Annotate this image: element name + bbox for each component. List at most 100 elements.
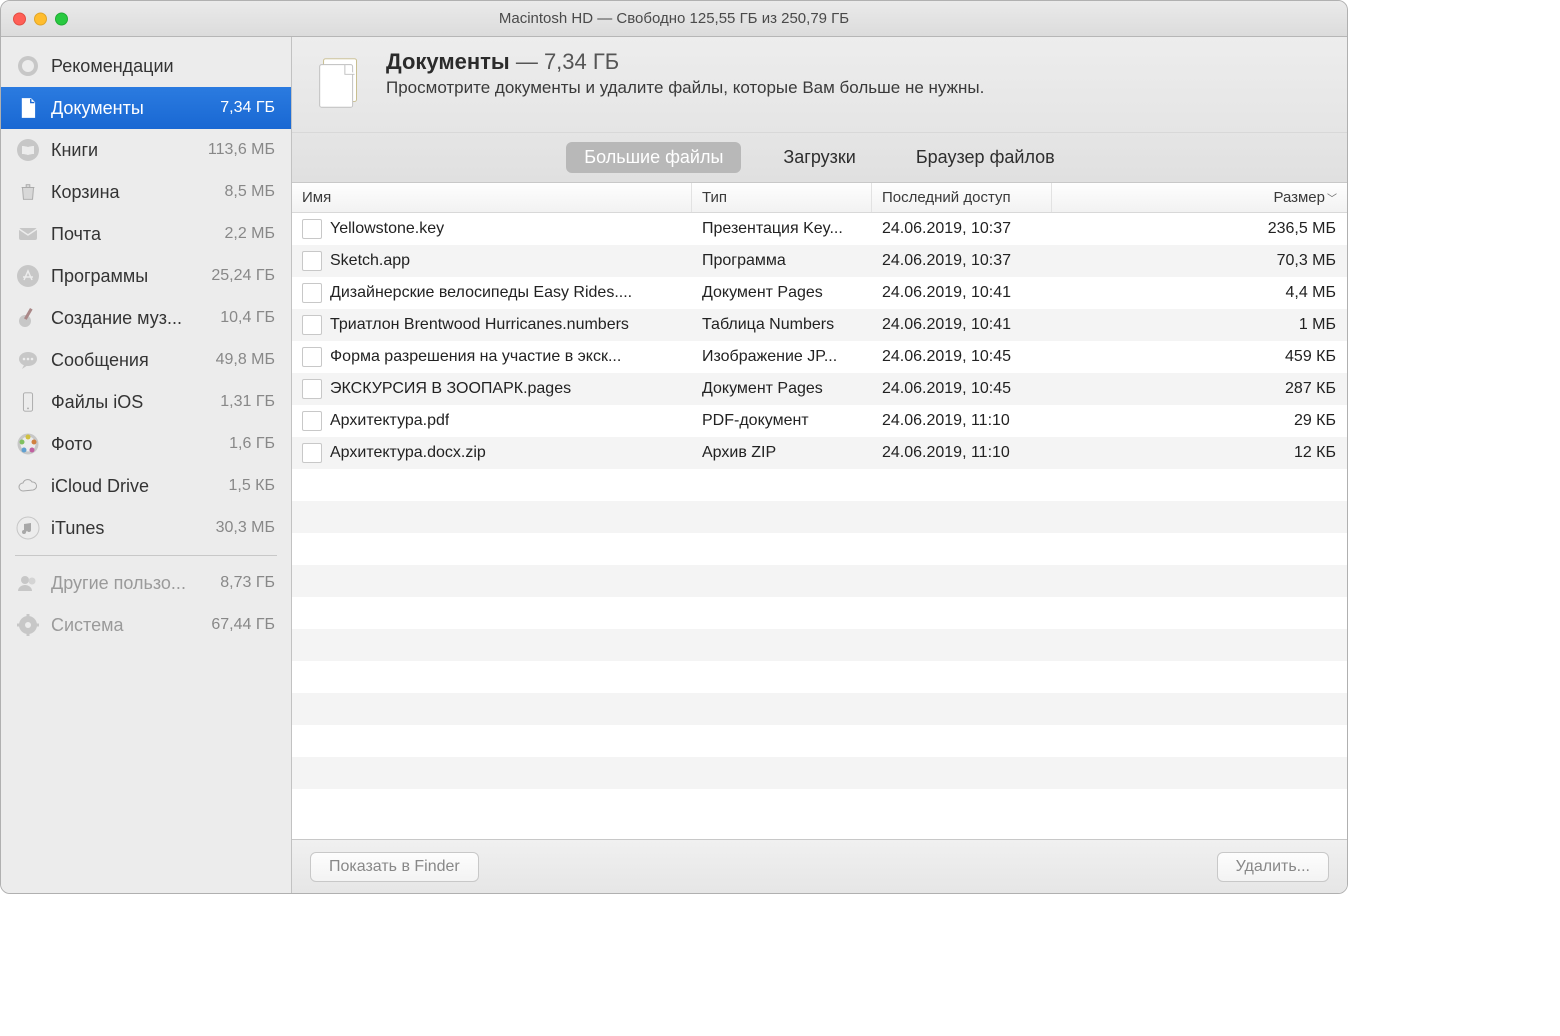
sidebar-item-other-users: Другие пользо... 8,73 ГБ [1, 562, 291, 604]
sidebar-item-label: Книги [51, 140, 208, 161]
cell-type: Документ Pages [702, 284, 823, 302]
sidebar-item-label: iCloud Drive [51, 476, 228, 497]
content-header: Документы — 7,34 ГБ Просмотрите документ… [292, 37, 1347, 133]
delete-button[interactable]: Удалить... [1217, 852, 1329, 882]
table-row[interactable]: Архитектура.pdfPDF-документ24.06.2019, 1… [292, 405, 1347, 437]
header-title: Документы — 7,34 ГБ [386, 49, 984, 75]
table-row-empty [292, 661, 1347, 693]
tab-large-files[interactable]: Большие файлы [566, 142, 741, 173]
cell-access: 24.06.2019, 11:10 [882, 444, 1010, 462]
header-title-size: 7,34 ГБ [544, 49, 619, 74]
sidebar-item-label: Документы [51, 98, 220, 119]
file-icon [302, 283, 322, 303]
column-header-type[interactable]: Тип [692, 183, 872, 212]
sidebar-item-icloud[interactable]: iCloud Drive 1,5 КБ [1, 465, 291, 507]
sidebar-item-label: iTunes [51, 518, 216, 539]
show-in-finder-button[interactable]: Показать в Finder [310, 852, 479, 882]
users-icon [15, 570, 41, 596]
sidebar-item-documents[interactable]: Документы 7,34 ГБ [1, 87, 291, 129]
sidebar-item-label: Сообщения [51, 350, 216, 371]
column-header-size[interactable]: Размер﹀ [1052, 183, 1347, 212]
table-row[interactable]: Sketch.appПрограмма24.06.2019, 10:3770,3… [292, 245, 1347, 277]
sidebar-item-size: 67,44 ГБ [211, 616, 275, 634]
cell-type: Документ Pages [702, 380, 823, 398]
cell-size: 287 КБ [1285, 380, 1336, 398]
sidebar-item-size: 10,4 ГБ [220, 309, 275, 327]
sidebar-item-label: Программы [51, 266, 211, 287]
table-row-empty [292, 629, 1347, 661]
sidebar-item-mail[interactable]: Почта 2,2 МБ [1, 213, 291, 255]
cell-name: Sketch.app [330, 252, 410, 270]
sidebar-item-size: 2,2 МБ [224, 225, 275, 243]
sidebar-item-applications[interactable]: Программы 25,24 ГБ [1, 255, 291, 297]
lightbulb-icon [15, 53, 41, 79]
cell-name: Yellowstone.key [330, 220, 444, 238]
table-row[interactable]: Триатлон Brentwood Hurricanes.numbersТаб… [292, 309, 1347, 341]
sidebar-item-books[interactable]: Книги 113,6 МБ [1, 129, 291, 171]
mail-icon [15, 221, 41, 247]
close-window-button[interactable] [13, 12, 26, 25]
window-title: Macintosh HD — Свободно 125,55 ГБ из 250… [1, 10, 1347, 27]
cell-size: 12 КБ [1294, 444, 1336, 462]
cell-access: 24.06.2019, 10:37 [882, 220, 1011, 238]
table-body[interactable]: Yellowstone.keyПрезентация Key...24.06.2… [292, 213, 1347, 839]
sidebar-item-label: Корзина [51, 182, 224, 203]
sidebar-item-size: 113,6 МБ [208, 141, 275, 159]
guitar-icon [15, 305, 41, 331]
main-panel: Документы — 7,34 ГБ Просмотрите документ… [292, 37, 1347, 893]
header-title-sep: — [510, 49, 544, 74]
file-table: Имя Тип Последний доступ Размер﹀ Yellows… [292, 183, 1347, 839]
sidebar-divider [15, 555, 277, 556]
sidebar-item-size: 1,6 ГБ [229, 435, 275, 453]
sidebar-item-ios-files[interactable]: Файлы iOS 1,31 ГБ [1, 381, 291, 423]
table-row[interactable]: Архитектура.docx.zipАрхив ZIP24.06.2019,… [292, 437, 1347, 469]
column-header-access[interactable]: Последний доступ [872, 183, 1052, 212]
column-header-name[interactable]: Имя [292, 183, 692, 212]
cell-type: Программа [702, 252, 786, 270]
cell-name: Архитектура.docx.zip [330, 444, 486, 462]
table-row[interactable]: Yellowstone.keyПрезентация Key...24.06.2… [292, 213, 1347, 245]
table-row-empty [292, 757, 1347, 789]
window-body: Рекомендации Документы 7,34 ГБ Книги 113… [1, 37, 1347, 893]
tabs: Большие файлы Загрузки Браузер файлов [292, 133, 1347, 183]
sidebar-item-music-creation[interactable]: Создание муз... 10,4 ГБ [1, 297, 291, 339]
cell-size: 4,4 МБ [1285, 284, 1336, 302]
sidebar-item-messages[interactable]: Сообщения 49,8 МБ [1, 339, 291, 381]
file-icon [302, 251, 322, 271]
cloud-icon [15, 473, 41, 499]
table-row-empty [292, 469, 1347, 501]
music-note-icon [15, 515, 41, 541]
table-row[interactable]: Дизайнерские велосипеды Easy Rides....До… [292, 277, 1347, 309]
file-icon [302, 411, 322, 431]
trash-icon [15, 179, 41, 205]
documents-stack-icon [310, 53, 372, 115]
gear-icon [15, 612, 41, 638]
sidebar-item-size: 49,8 МБ [216, 351, 275, 369]
table-row[interactable]: Форма разрешения на участие в экск... Изо… [292, 341, 1347, 373]
minimize-window-button[interactable] [34, 12, 47, 25]
sidebar-item-size: 30,3 МБ [216, 519, 275, 537]
phone-icon [15, 389, 41, 415]
photos-icon [15, 431, 41, 457]
cell-name: Форма разрешения на участие в экск... [330, 348, 621, 366]
table-row-empty [292, 693, 1347, 725]
sidebar-item-photos[interactable]: Фото 1,6 ГБ [1, 423, 291, 465]
sidebar-item-itunes[interactable]: iTunes 30,3 МБ [1, 507, 291, 549]
book-icon [15, 137, 41, 163]
sidebar-item-recommendations[interactable]: Рекомендации [1, 45, 291, 87]
cell-access: 24.06.2019, 10:41 [882, 316, 1011, 334]
tab-file-browser[interactable]: Браузер файлов [898, 142, 1073, 173]
cell-type: Таблица Numbers [702, 316, 834, 334]
zoom-window-button[interactable] [55, 12, 68, 25]
sidebar-item-label: Рекомендации [51, 56, 275, 77]
table-row[interactable]: ЭКСКУРСИЯ В ЗООПАРК.pagesДокумент Pages2… [292, 373, 1347, 405]
cell-size: 70,3 МБ [1277, 252, 1336, 270]
header-title-main: Документы [386, 49, 510, 74]
sidebar-item-size: 1,31 ГБ [220, 393, 275, 411]
sidebar-item-trash[interactable]: Корзина 8,5 МБ [1, 171, 291, 213]
sidebar-item-label: Почта [51, 224, 224, 245]
cell-type: Изображение JP... [702, 348, 837, 366]
tab-downloads[interactable]: Загрузки [765, 142, 873, 173]
table-row-empty [292, 501, 1347, 533]
cell-size: 29 КБ [1294, 412, 1336, 430]
